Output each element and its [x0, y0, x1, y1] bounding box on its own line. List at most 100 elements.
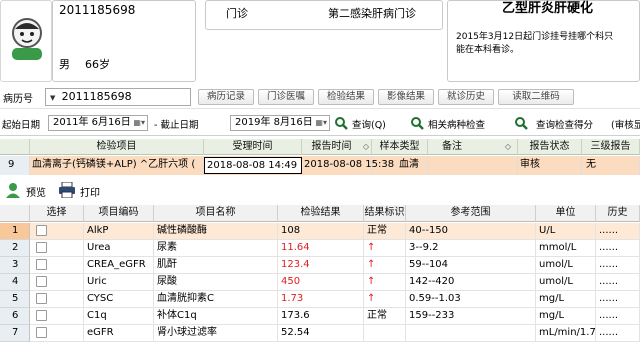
tab-visit-history[interactable]: 就诊历史: [438, 89, 494, 105]
exam-row-report-time: 2018-08-08 15:38: [302, 156, 394, 175]
result-cell-result: 1.73: [278, 291, 364, 308]
result-cell-history[interactable]: ......: [596, 291, 640, 308]
result-cell-code: eGFR: [84, 325, 154, 342]
result-cell-history[interactable]: ......: [596, 308, 640, 325]
audit-checkbox-label[interactable]: (审核显: [611, 117, 640, 131]
sort-icon: ◇: [362, 142, 369, 151]
result-cell-select: [30, 325, 84, 342]
patient-gender: 男: [59, 58, 70, 71]
exam-score-button[interactable]: 查询检查得分: [514, 114, 610, 132]
exam-row-level3: 无: [582, 156, 640, 175]
combo-arrow-icon: ▼: [50, 94, 56, 102]
result-cell-unit: U/L: [536, 223, 596, 240]
exam-row-note: [428, 156, 518, 175]
result-header-result[interactable]: 检验结果: [278, 205, 364, 222]
tab-imaging-results[interactable]: 影像结果: [378, 89, 434, 105]
tab-lab-results[interactable]: 检验结果: [318, 89, 374, 105]
result-cell-name: 补体C1q: [154, 308, 278, 325]
patient-id: 2011185698: [59, 3, 136, 17]
select-checkbox[interactable]: [36, 242, 47, 253]
exam-header-accept-time[interactable]: 受理时间: [204, 139, 302, 155]
sort-icon: ◇: [504, 142, 511, 151]
exam-row-item: 血清离子(钙磷镁+ALP) ^乙肝六项 (: [30, 156, 204, 175]
result-cell-select: [30, 274, 84, 291]
end-date-picker[interactable]: 2019年 8月16日 ▦▾: [230, 115, 330, 131]
visit-info-box: 门诊 第二感染肝病门诊: [205, 0, 443, 30]
record-no-value: 2011185698: [61, 90, 132, 103]
result-header-history[interactable]: 历史: [596, 205, 640, 222]
result-cell-result: 450: [278, 274, 364, 291]
result-cell-range: 142--420: [406, 274, 536, 291]
related-disease-button[interactable]: 相关病种检查: [410, 114, 506, 132]
exam-header-note[interactable]: 备注 ◇: [428, 139, 518, 155]
result-cell-flag: 正常: [364, 308, 406, 325]
diagnosis-box: 乙型肝炎肝硬化 2015年3月12日起门诊挂号挂哪个科只 能在本科看诊。: [447, 0, 640, 82]
diagnosis-title: 乙型肝炎肝硬化: [502, 1, 594, 16]
result-cell-unit: mmol/L: [536, 240, 596, 257]
result-cell-unit: mL/min/1.73r: [536, 325, 596, 342]
result-cell-code: Uric: [84, 274, 154, 291]
select-checkbox[interactable]: [36, 293, 47, 304]
avatar-box: [0, 0, 52, 82]
result-cell-unit: mg/L: [536, 291, 596, 308]
query-button[interactable]: 查询(Q): [334, 114, 402, 132]
exam-header-report-time-label: 报告时间: [311, 141, 352, 152]
result-cell-flag: ↑: [364, 274, 406, 291]
exam-row-index: 9: [0, 156, 30, 175]
calendar-dropdown-icon[interactable]: ▦▾: [315, 116, 327, 130]
result-cell-code: AlkP: [84, 223, 154, 240]
exam-header-note-label: 备注: [442, 141, 462, 152]
result-cell-range: 0.59--1.03: [406, 291, 536, 308]
tab-medical-record[interactable]: 病历记录: [198, 89, 254, 105]
print-label: 打印: [80, 188, 100, 199]
result-cell-result: 173.6: [278, 308, 364, 325]
record-no-combo[interactable]: ▼ 2011185698: [45, 88, 191, 106]
preview-label: 预览: [26, 188, 46, 199]
result-cell-result: 11.64: [278, 240, 364, 257]
exam-row-accept-time[interactable]: 2018-08-08 14:49: [204, 157, 302, 174]
result-header-unit[interactable]: 单位: [536, 205, 596, 222]
exam-header-status[interactable]: 报告状态: [518, 139, 582, 155]
related-disease-label: 相关病种检查: [428, 120, 486, 131]
select-checkbox[interactable]: [36, 276, 47, 287]
result-cell-history[interactable]: ......: [596, 325, 640, 342]
result-cell-name: 肌酐: [154, 257, 278, 274]
result-cell-select: [30, 223, 84, 240]
read-qrcode-button[interactable]: 读取二维码: [498, 89, 574, 105]
search-icon: [411, 117, 424, 130]
result-cell-select: [30, 308, 84, 325]
diagnosis-note-2: 能在本科看诊。: [456, 45, 520, 55]
result-cell-history[interactable]: ......: [596, 257, 640, 274]
result-header-flag[interactable]: 结果标识: [364, 205, 406, 222]
visit-type: 门诊: [226, 7, 248, 20]
result-cell-history[interactable]: ......: [596, 240, 640, 257]
result-header-range[interactable]: 参考范围: [406, 205, 536, 222]
search-icon: [335, 117, 348, 130]
result-cell-select: [30, 257, 84, 274]
calendar-dropdown-icon[interactable]: ▦▾: [133, 116, 145, 130]
result-cell-flag: ↑: [364, 291, 406, 308]
start-date-value: 2011年 6月16日: [53, 117, 131, 128]
select-checkbox[interactable]: [36, 225, 47, 236]
select-checkbox[interactable]: [36, 327, 47, 338]
result-header-index: [0, 205, 30, 222]
result-cell-history[interactable]: ......: [596, 274, 640, 291]
patient-header: 2011185698 男 66岁 门诊 第二感染肝病门诊 乙型肝炎肝硬化 201…: [0, 0, 640, 82]
result-cell-history[interactable]: ......: [596, 223, 640, 240]
result-header-name[interactable]: 项目名称: [154, 205, 278, 222]
exam-header-level3[interactable]: 三级报告: [582, 139, 640, 155]
tab-outpatient-orders[interactable]: 门诊医嘱: [258, 89, 314, 105]
exam-header-report-time[interactable]: 报告时间 ◇: [302, 139, 372, 155]
result-cell-result: 123.4: [278, 257, 364, 274]
preview-button[interactable]: 预览: [4, 181, 50, 199]
visit-department: 第二感染肝病门诊: [328, 7, 416, 20]
print-button[interactable]: 打印: [58, 181, 104, 199]
start-date-picker[interactable]: 2011年 6月16日 ▦▾: [48, 115, 148, 131]
select-checkbox[interactable]: [36, 259, 47, 270]
exam-header-sample[interactable]: 样本类型: [372, 139, 428, 155]
exam-header-item[interactable]: 检验项目: [30, 139, 204, 155]
result-header-select[interactable]: 选择: [30, 205, 84, 222]
result-header-code[interactable]: 项目编码: [84, 205, 154, 222]
result-cell-select: [30, 240, 84, 257]
select-checkbox[interactable]: [36, 310, 47, 321]
